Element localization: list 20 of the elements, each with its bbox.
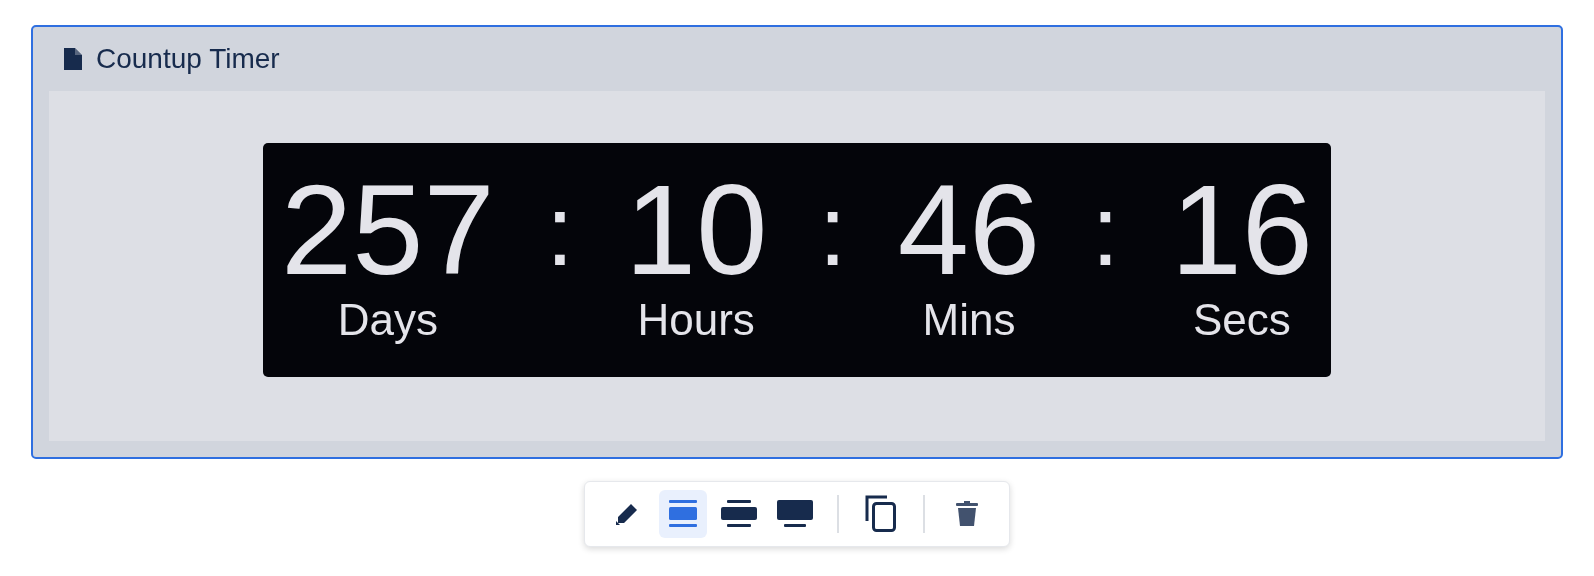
timer-value: 16 <box>1170 165 1313 295</box>
timer-value: 46 <box>897 165 1041 295</box>
full-width-icon <box>668 499 698 529</box>
timer-unit-label: Secs <box>1192 295 1291 345</box>
timer-unit-label: Days <box>337 295 438 345</box>
trash-icon <box>955 501 979 527</box>
wide-layout-icon <box>720 499 758 529</box>
timer-unit-label: Hours <box>637 295 755 345</box>
colon-separator: : <box>544 173 575 288</box>
colon-separator: : <box>1090 173 1121 288</box>
layout-full-button[interactable] <box>659 490 707 538</box>
timer-unit-label: Mins <box>922 295 1016 345</box>
timer-value: 10 <box>625 165 768 295</box>
pencil-icon <box>614 501 640 527</box>
copy-icon <box>865 495 897 533</box>
document-icon <box>64 48 82 70</box>
panel-title: Countup Timer <box>96 43 280 75</box>
colon-separator: : <box>817 173 848 288</box>
timer-value: 257 <box>281 165 495 295</box>
monitor-icon <box>776 499 814 529</box>
